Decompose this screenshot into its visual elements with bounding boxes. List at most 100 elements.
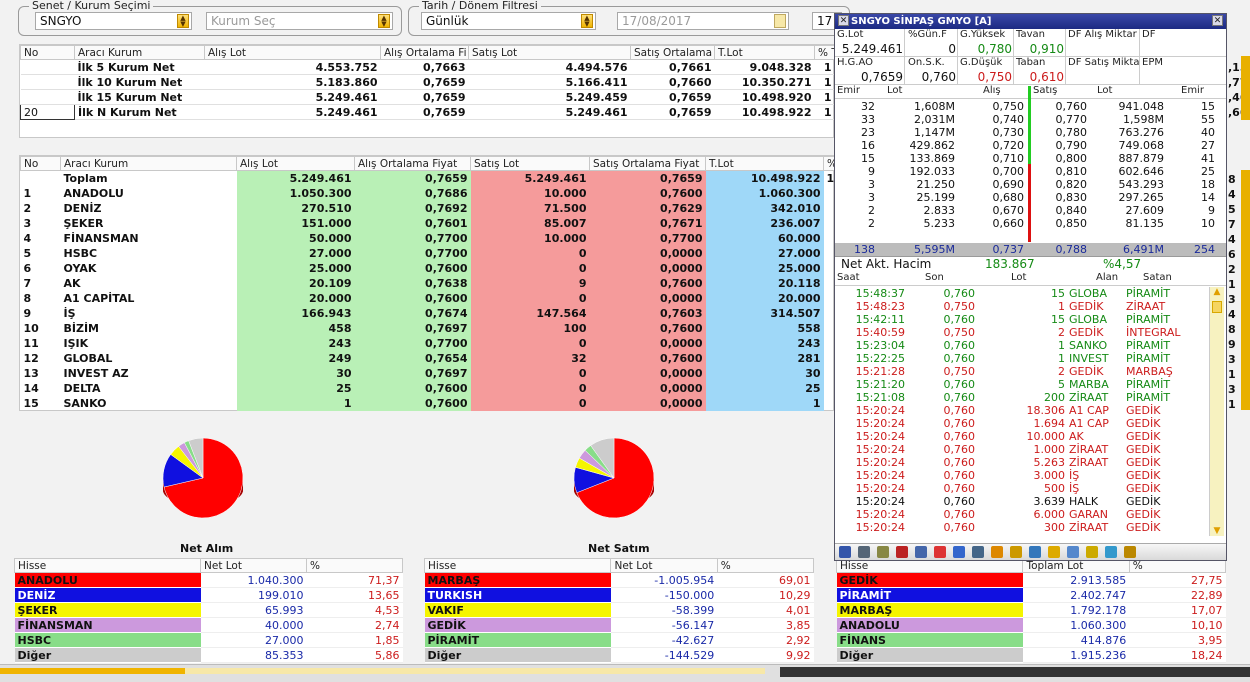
table-row[interactable]: 5 HSBC 27.000 0,7700 0 0,0000 27.000 bbox=[21, 245, 835, 261]
trade-row[interactable]: 15:20:24 0,760 5.263 ZİRAAT GEDİK bbox=[835, 456, 1226, 469]
legend-row[interactable]: Diğer 85.353 5,86 bbox=[14, 647, 403, 663]
window-titlebar[interactable]: ✕ SNGYO SİNPAŞ GMYO [A] ✕ bbox=[835, 14, 1226, 29]
chevron-updown-icon[interactable]: ▲ ▼ bbox=[378, 14, 390, 28]
grid-icon[interactable] bbox=[858, 546, 870, 558]
table-row[interactable]: 13 INVEST AZ 30 0,7697 0 0,0000 30 bbox=[21, 365, 835, 381]
table-row[interactable]: 20 İlk N Kurum Net 5.249.461 0,7659 5.249.46… bbox=[20, 104, 835, 120]
trade-row[interactable]: 15:20:24 0,760 6.000 GARAN GEDİK bbox=[835, 508, 1226, 521]
depth-row[interactable]: 23 1,147M 0,730 0,780 763.276 40 bbox=[835, 126, 1226, 139]
calendar-icon[interactable] bbox=[774, 14, 786, 28]
trade-row[interactable]: 15:20:24 0,760 3.639 HALK GEDİK bbox=[835, 495, 1226, 508]
table-row[interactable]: İlk 5 Kurum Net 4.553.752 0,7663 4.494.576 0… bbox=[20, 59, 835, 75]
table-icon[interactable] bbox=[972, 546, 984, 558]
scroll-thumb[interactable] bbox=[1212, 301, 1222, 313]
trade-row[interactable]: 15:20:24 0,760 500 İŞ GEDİK bbox=[835, 482, 1226, 495]
legend-row[interactable]: FİNANSMAN 40.000 2,74 bbox=[14, 617, 403, 633]
table-row[interactable]: 14 DELTA 25 0,7600 0 0,0000 25 bbox=[21, 380, 835, 396]
trade-row[interactable]: 15:48:37 0,760 15 GLOBA PİRAMİT bbox=[835, 287, 1226, 300]
tools-icon[interactable] bbox=[877, 546, 889, 558]
depth-row[interactable]: 15 133.869 0,710 0,800 887.879 41 bbox=[835, 152, 1226, 165]
table-row[interactable]: 12 GLOBAL 249 0,7654 32 0,7600 281 bbox=[21, 350, 835, 366]
depth-row[interactable]: 9 192.033 0,700 0,810 602.646 25 bbox=[835, 165, 1226, 178]
close-icon[interactable]: ✕ bbox=[838, 15, 849, 26]
table-row[interactable]: 10 BİZİM 458 0,7697 100 0,7600 558 bbox=[21, 320, 835, 336]
legend-row[interactable]: DENİZ 199.010 13,65 bbox=[14, 587, 403, 603]
table-row[interactable]: 9 İŞ 166.943 0,7674 147.564 0,7603 314.507 bbox=[21, 305, 835, 321]
flag-icon[interactable] bbox=[934, 546, 946, 558]
trade-row[interactable]: 15:20:24 0,760 1.000 ZİRAAT GEDİK bbox=[835, 443, 1226, 456]
date-input[interactable]: 17/08/2017 bbox=[617, 12, 789, 30]
trade-row[interactable]: 15:40:59 0,750 2 GEDİK İNTEGRAL bbox=[835, 326, 1226, 339]
search-icon[interactable] bbox=[1067, 546, 1079, 558]
trade-row[interactable]: 15:21:08 0,760 200 ZİRAAT PİRAMİT bbox=[835, 391, 1226, 404]
total-row[interactable]: Toplam 5.249.461 0,7659 5.249.461 0,7659 10.4… bbox=[21, 170, 835, 186]
trade-row[interactable]: 15:20:24 0,760 18.306 A1 CAP GEDİK bbox=[835, 404, 1226, 417]
matriks-icon[interactable] bbox=[896, 546, 908, 558]
legend-row[interactable]: ANADOLU 1.040.300 71,37 bbox=[14, 572, 403, 588]
print-icon[interactable] bbox=[1105, 546, 1117, 558]
draw-icon[interactable] bbox=[1086, 546, 1098, 558]
table-row[interactable]: İlk 10 Kurum Net 5.183.860 0,7659 5.166.411… bbox=[20, 74, 835, 90]
legend-row[interactable]: GEDİK 2.913.585 27,75 bbox=[836, 572, 1226, 588]
legend-row[interactable]: MARBAŞ 1.792.178 17,07 bbox=[836, 602, 1226, 618]
trade-row[interactable]: 15:20:24 0,760 1.694 A1 CAP GEDİK bbox=[835, 417, 1226, 430]
trade-row[interactable]: 15:22:25 0,760 1 INVEST PİRAMİT bbox=[835, 352, 1226, 365]
folder-icon[interactable] bbox=[1010, 546, 1022, 558]
table-row[interactable]: 8 A1 CAPİTAL 20.000 0,7600 0 0,0000 20.000 bbox=[21, 290, 835, 306]
legend-row[interactable]: Diğer -144.529 9,92 bbox=[424, 647, 814, 663]
stock-detail-window[interactable]: ✕ SNGYO SİNPAŞ GMYO [A] ✕ G.Lot %Gün.F G.Y… bbox=[834, 13, 1227, 561]
depth-row[interactable]: 3 25.199 0,680 0,830 297.265 14 bbox=[835, 191, 1226, 204]
trades-scrollbar[interactable]: ▲ ▼ bbox=[1209, 287, 1224, 536]
senet-select[interactable]: SNGYO ▲ ▼ bbox=[35, 12, 192, 30]
scroll-up-icon[interactable]: ▲ bbox=[1210, 287, 1224, 297]
legend-row[interactable]: Diğer 1.915.236 18,24 bbox=[836, 647, 1226, 663]
line-icon[interactable] bbox=[1029, 546, 1041, 558]
table-row[interactable]: 2 DENİZ 270.510 0,7692 71.500 0,7629 342.010 bbox=[21, 200, 835, 216]
trade-row[interactable]: 15:23:04 0,760 1 SANKO PİRAMİT bbox=[835, 339, 1226, 352]
legend-row[interactable]: TURKISH -150.000 10,29 bbox=[424, 587, 814, 603]
legend-row[interactable]: MARBAŞ -1.005.954 69,01 bbox=[424, 572, 814, 588]
legend-row[interactable]: PİRAMİT 2.402.747 22,89 bbox=[836, 587, 1226, 603]
depth-row[interactable]: 2 5.233 0,660 0,850 81.135 10 bbox=[835, 217, 1226, 230]
table-row[interactable]: 3 ŞEKER 151.000 0,7601 85.007 0,7671 236.007 bbox=[21, 215, 835, 231]
trade-row[interactable]: 15:21:20 0,760 5 MARBA PİRAMİT bbox=[835, 378, 1226, 391]
pen-icon[interactable] bbox=[1124, 546, 1136, 558]
table-row[interactable]: İlk 15 Kurum Net 5.249.461 0,7659 5.249.459… bbox=[20, 89, 835, 105]
depth-row[interactable]: 3 21.250 0,690 0,820 543.293 18 bbox=[835, 178, 1226, 191]
depth-row[interactable]: 2 2.833 0,670 0,840 27.609 9 bbox=[835, 204, 1226, 217]
legend-row[interactable]: FİNANS 414.876 3,95 bbox=[836, 632, 1226, 648]
depth-row[interactable]: 32 1,608M 0,750 0,760 941.048 15 bbox=[835, 100, 1226, 113]
legend-row[interactable]: ŞEKER 65.993 4,53 bbox=[14, 602, 403, 618]
depth-row[interactable]: 33 2,031M 0,740 0,770 1,598M 55 bbox=[835, 113, 1226, 126]
donem-select[interactable]: Günlük ▲ ▼ bbox=[421, 12, 596, 30]
chevron-updown-icon[interactable]: ▲ ▼ bbox=[581, 14, 593, 28]
arrows-icon[interactable] bbox=[915, 546, 927, 558]
trade-row[interactable]: 15:20:24 0,760 300 ZİRAAT GEDİK bbox=[835, 521, 1226, 534]
trade-row[interactable]: 15:42:11 0,760 15 GLOBA PİRAMİT bbox=[835, 313, 1226, 326]
calc-icon[interactable] bbox=[991, 546, 1003, 558]
table-row[interactable]: 4 FİNANSMAN 50.000 0,7700 10.000 0,7700 60.000 bbox=[21, 230, 835, 246]
kurum-select[interactable]: Kurum Seç ▲ ▼ bbox=[206, 12, 393, 30]
legend-row[interactable]: ANADOLU 1.060.300 10,10 bbox=[836, 617, 1226, 633]
legend-row[interactable]: VAKIF -58.399 4,01 bbox=[424, 602, 814, 618]
chart-icon[interactable] bbox=[839, 546, 851, 558]
trade-row[interactable]: 15:21:28 0,750 2 GEDİK MARBAŞ bbox=[835, 365, 1226, 378]
trade-row[interactable]: 15:48:23 0,750 1 GEDİK ZİRAAT bbox=[835, 300, 1226, 313]
table-row[interactable]: 15 SANKO 1 0,7600 0 0,0000 1 bbox=[21, 395, 835, 411]
legend-row[interactable]: PİRAMİT -42.627 2,92 bbox=[424, 632, 814, 648]
table-row[interactable]: 6 OYAK 25.000 0,7600 0 0,0000 25.000 bbox=[21, 260, 835, 276]
chevron-updown-icon[interactable]: ▲ ▼ bbox=[177, 14, 189, 28]
legend-row[interactable]: HSBC 27.000 1,85 bbox=[14, 632, 403, 648]
trade-row[interactable]: 15:20:24 0,760 10.000 AK GEDİK bbox=[835, 430, 1226, 443]
scroll-down-icon[interactable]: ▼ bbox=[1210, 526, 1224, 536]
cell-no[interactable]: 20 bbox=[20, 104, 75, 120]
trade-row[interactable]: 15:20:24 0,760 3.000 İŞ GEDİK bbox=[835, 469, 1226, 482]
doc-icon[interactable] bbox=[953, 546, 965, 558]
table-row[interactable]: 1 ANADOLU 1.050.300 0,7686 10.000 0,7600 1.060… bbox=[21, 185, 835, 201]
legend-row[interactable]: GEDİK -56.147 3,85 bbox=[424, 617, 814, 633]
bulb-icon[interactable] bbox=[1048, 546, 1060, 558]
depth-row[interactable]: 16 429.862 0,720 0,790 749.068 27 bbox=[835, 139, 1226, 152]
table-row[interactable]: 11 IŞIK 243 0,7700 0 0,0000 243 bbox=[21, 335, 835, 351]
table-row[interactable]: 7 AK 20.109 0,7638 9 0,7600 20.118 bbox=[21, 275, 835, 291]
close-icon[interactable]: ✕ bbox=[1212, 15, 1223, 26]
